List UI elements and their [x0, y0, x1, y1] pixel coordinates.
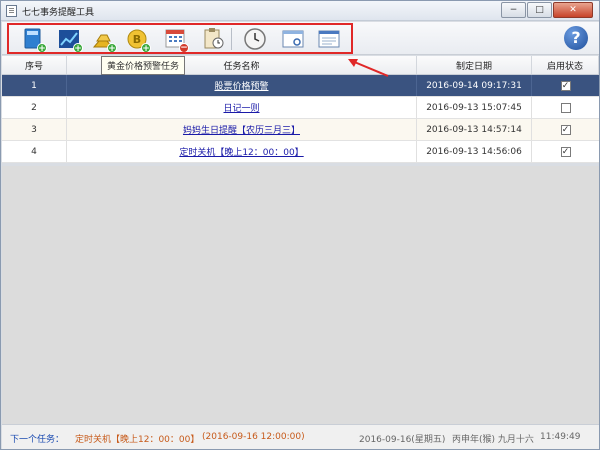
app-window: 七七事务提醒工具 − □ ✕ + + + B + − ? 序号 任务名称 制定日… [0, 0, 600, 450]
enabled-checkbox[interactable]: ✓ [560, 80, 571, 91]
row-number: 2 [2, 97, 67, 118]
task-name-link[interactable]: 妈妈生日提醒【农历三月三】 [183, 123, 300, 136]
row-date: 2016-09-13 14:56:06 [417, 141, 532, 162]
task-name-link[interactable]: 定时关机【晚上12：00：00】 [179, 145, 303, 158]
task-table: 序号 任务名称 制定日期 启用状态 1 股票价格预警 2016-09-14 09… [2, 56, 599, 163]
enabled-checkbox[interactable] [560, 102, 571, 113]
next-task-label: 下一个任务： [10, 435, 65, 445]
help-icon[interactable]: ? [564, 26, 588, 50]
tooltip: 黄金价格预警任务 [101, 56, 186, 75]
task-name-link[interactable]: 股票价格预警 [214, 79, 268, 92]
enabled-checkbox[interactable]: ✓ [560, 124, 571, 135]
app-icon [6, 5, 17, 17]
status-bar: 下一个任务： 定时关机【晚上12：00：00】 (2016-09-16 12:0… [2, 424, 599, 449]
current-time: 11:49:49 [540, 432, 581, 442]
empty-list-area [2, 166, 599, 424]
row-number: 4 [2, 141, 67, 162]
row-date: 2016-09-14 09:17:31 [417, 75, 532, 96]
table-header: 序号 任务名称 制定日期 启用状态 [2, 56, 599, 75]
annotation-arrow-icon [348, 59, 389, 77]
table-row[interactable]: 3 妈妈生日提醒【农历三月三】 2016-09-13 14:57:14 ✓ [2, 119, 599, 141]
lunar-date: 丙申年(猴) 九月十六 [452, 435, 534, 445]
table-row[interactable]: 1 股票价格预警 2016-09-14 09:17:31 ✓ [2, 75, 599, 97]
close-button[interactable]: ✕ [553, 2, 593, 18]
header-number[interactable]: 序号 [2, 56, 67, 74]
task-name-link[interactable]: 日记一则 [223, 101, 259, 114]
window-controls: − □ ✕ [501, 2, 593, 18]
row-number: 3 [2, 119, 67, 140]
maximize-button[interactable]: □ [527, 2, 552, 18]
table-row[interactable]: 4 定时关机【晚上12：00：00】 2016-09-13 14:56:06 ✓ [2, 141, 599, 163]
enabled-checkbox[interactable]: ✓ [560, 146, 571, 157]
toolbar-highlight-box [7, 23, 353, 54]
row-date: 2016-09-13 14:57:14 [417, 119, 532, 140]
window-title: 七七事务提醒工具 [22, 8, 95, 18]
header-enabled[interactable]: 启用状态 [532, 56, 599, 74]
minimize-button[interactable]: − [501, 2, 526, 18]
title-bar[interactable]: 七七事务提醒工具 − □ ✕ [1, 1, 599, 21]
table-row[interactable]: 2 日记一则 2016-09-13 15:07:45 [2, 97, 599, 119]
next-task-name: 定时关机【晚上12：00：00】 [75, 435, 200, 445]
row-number: 1 [2, 75, 67, 96]
next-task-time: (2016-09-16 12:00:00) [202, 432, 305, 442]
row-date: 2016-09-13 15:07:45 [417, 97, 532, 118]
header-date[interactable]: 制定日期 [417, 56, 532, 74]
current-date: 2016-09-16(星期五) [359, 435, 446, 445]
